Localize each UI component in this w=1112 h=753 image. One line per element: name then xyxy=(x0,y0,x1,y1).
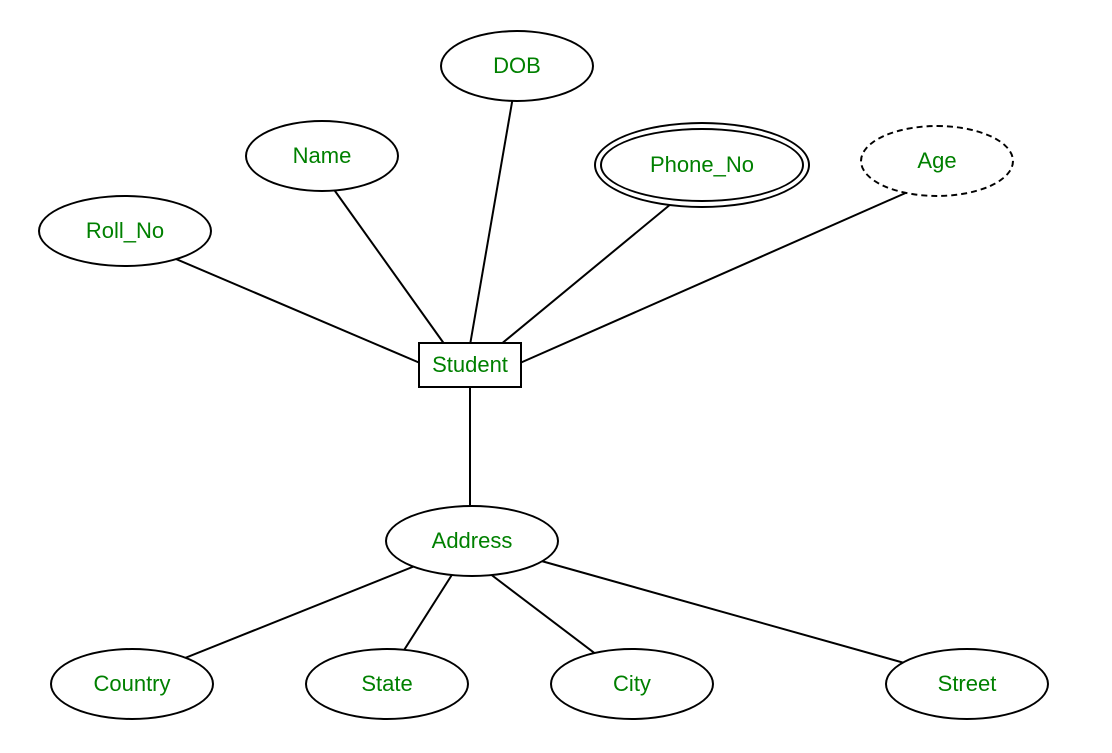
connector-lines xyxy=(0,0,1112,753)
attribute-dob-label: DOB xyxy=(493,53,541,79)
attribute-country: Country xyxy=(50,648,214,720)
attribute-city: City xyxy=(550,648,714,720)
attribute-dob: DOB xyxy=(440,30,594,102)
attribute-age-label: Age xyxy=(917,148,956,174)
attribute-city-label: City xyxy=(613,671,651,697)
attribute-address: Address xyxy=(385,505,559,577)
entity-student-label: Student xyxy=(432,352,508,378)
er-diagram: Student Roll_No Name DOB Phone_No Age Ad… xyxy=(0,0,1112,753)
attribute-name-label: Name xyxy=(293,143,352,169)
attribute-state-label: State xyxy=(361,671,412,697)
attribute-phone-no-label: Phone_No xyxy=(650,152,754,178)
attribute-roll-no-label: Roll_No xyxy=(86,218,164,244)
attribute-state: State xyxy=(305,648,469,720)
entity-student: Student xyxy=(418,342,522,388)
attribute-address-label: Address xyxy=(432,528,513,554)
attribute-street: Street xyxy=(885,648,1049,720)
attribute-phone-no: Phone_No xyxy=(600,128,804,202)
attribute-street-label: Street xyxy=(938,671,997,697)
attribute-roll-no: Roll_No xyxy=(38,195,212,267)
attribute-country-label: Country xyxy=(93,671,170,697)
attribute-name: Name xyxy=(245,120,399,192)
attribute-age: Age xyxy=(860,125,1014,197)
